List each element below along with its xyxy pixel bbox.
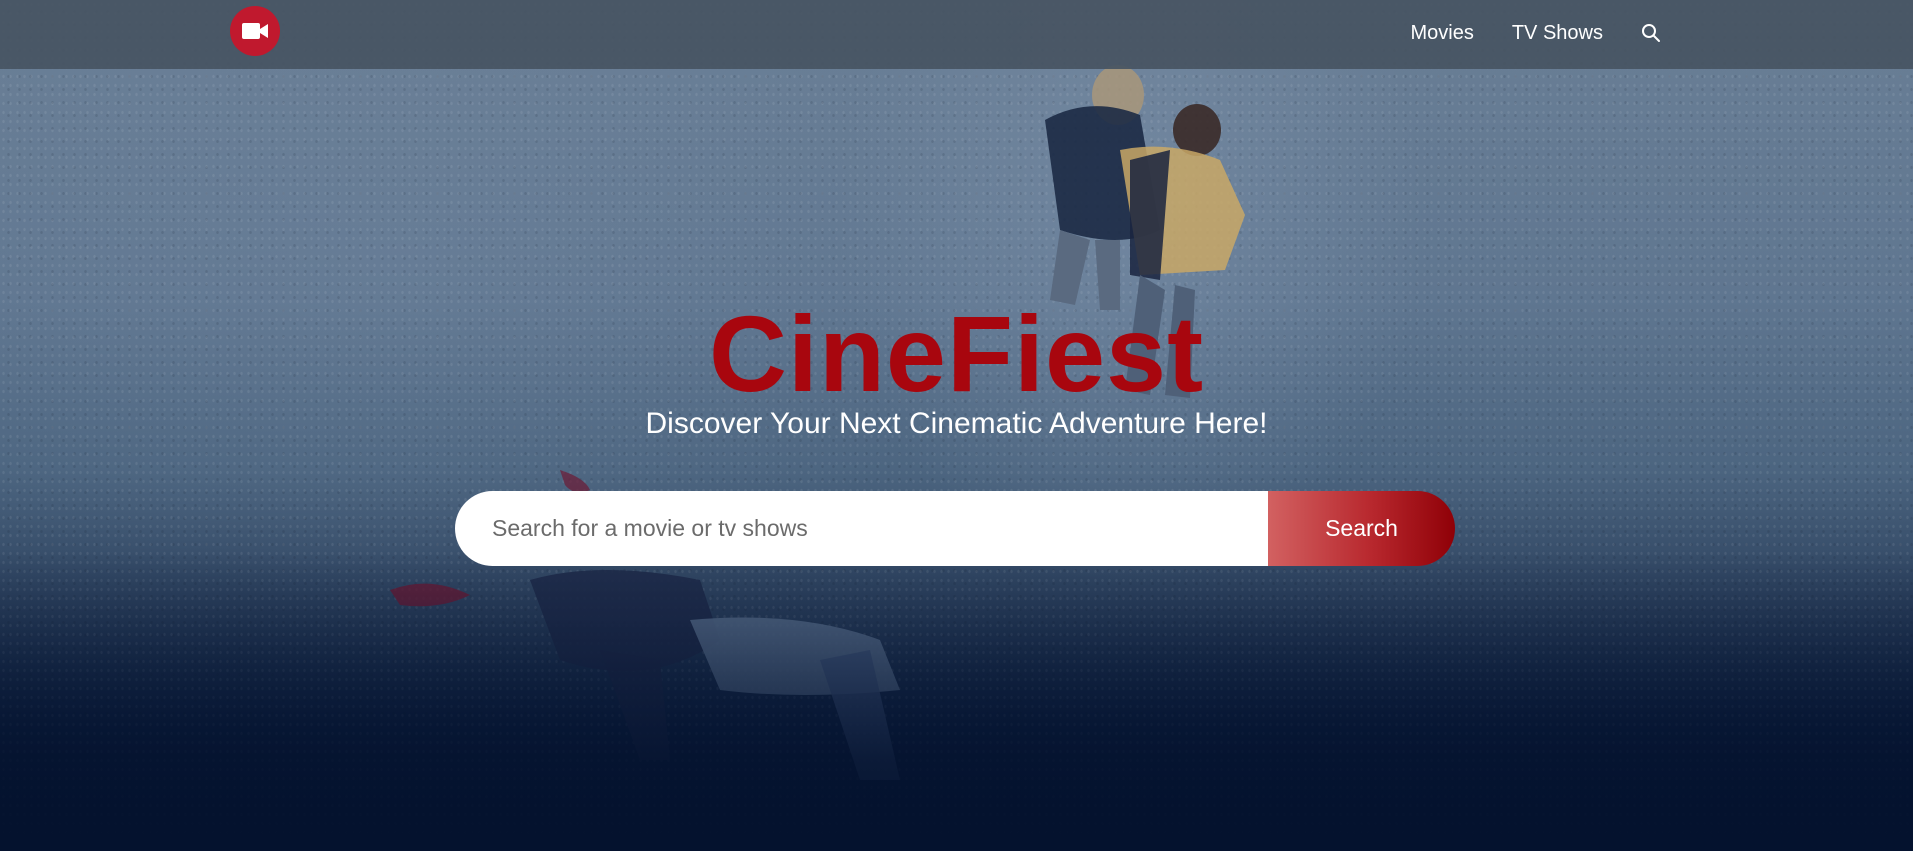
nav-links: Movies TV Shows (1410, 0, 1661, 66)
nav-link-tv-shows[interactable]: TV Shows (1512, 22, 1603, 45)
site-title: CineFiest (708, 293, 1205, 414)
search-icon (1642, 24, 1660, 42)
search-input[interactable] (455, 491, 1268, 566)
navbar: Movies TV Shows (0, 0, 1913, 69)
bottom-fade (0, 551, 1913, 851)
search-button[interactable]: Search (1268, 491, 1455, 566)
site-tagline: Discover Your Next Cinematic Adventure H… (645, 407, 1268, 440)
nav-search-button[interactable] (1641, 23, 1661, 43)
logo-button[interactable] (230, 6, 280, 56)
video-camera-icon (242, 23, 268, 39)
nav-link-movies[interactable]: Movies (1410, 22, 1473, 45)
hero-search-form: Search (455, 491, 1455, 566)
hero-section: Movies TV Shows CineFiest Discover Your … (0, 0, 1913, 851)
